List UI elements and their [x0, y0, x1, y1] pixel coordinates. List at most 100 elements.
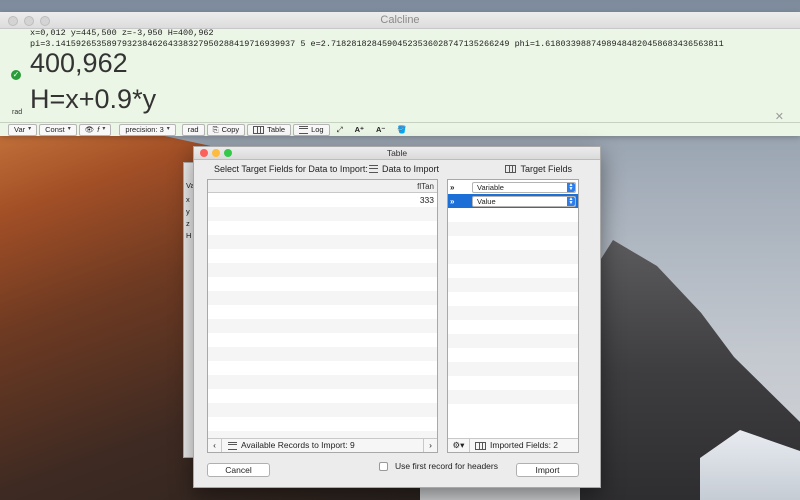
precision-menu-button[interactable]: precision: 3 ▾	[119, 123, 176, 136]
list-icon	[299, 125, 309, 134]
empty-row	[448, 320, 578, 334]
first-record-label: Use first record for headers	[395, 461, 498, 471]
data-heading-label: Data to Import	[382, 164, 440, 174]
empty-row	[208, 389, 437, 403]
close-window-button[interactable]	[200, 149, 208, 157]
chevron-down-icon: ▾	[166, 126, 170, 132]
zoom-window-button[interactable]	[224, 149, 232, 157]
calcline-titlebar: Calcline	[0, 12, 800, 29]
calcline-window: Calcline x=0,012 y=445,500 z=-3,950 H=40…	[0, 12, 800, 136]
expression-input[interactable]: H=x+0.9*y	[30, 84, 156, 115]
empty-row	[208, 333, 437, 347]
var-menu-button[interactable]: Var ▾	[8, 123, 38, 136]
minimize-window-button[interactable]	[212, 149, 220, 157]
log-label: Log	[311, 125, 324, 134]
behind-label: H	[186, 231, 192, 240]
behind-label: z	[186, 219, 190, 228]
empty-row	[448, 264, 578, 278]
empty-row	[448, 250, 578, 264]
data-panel-footer: ‹ Available Records to Import: 9 ›	[208, 438, 437, 452]
first-record-checkbox[interactable]	[379, 461, 388, 471]
target-heading-label: Target Fields	[520, 164, 572, 174]
target-field-select[interactable]: Variable ▲ ▼	[472, 181, 576, 193]
table-window-title: Table	[386, 148, 408, 158]
previous-record-button[interactable]: ‹	[208, 438, 222, 452]
behind-label: y	[186, 207, 190, 216]
empty-row	[208, 277, 437, 291]
imported-fields-label: Imported Fields: 2	[490, 440, 559, 450]
table-button[interactable]: Table	[247, 123, 292, 136]
function-menu-button[interactable]: 👁 f ▾	[78, 123, 112, 136]
var-label: Var	[14, 125, 26, 134]
precision-label: precision: 3	[125, 125, 164, 134]
function-label: f	[97, 125, 100, 134]
columns-icon	[475, 441, 486, 450]
data-to-import-panel: flTan 333 ‹ Available Records to Import:	[207, 179, 438, 453]
font-increase-icon[interactable]: A⁺	[350, 124, 369, 136]
empty-row	[208, 291, 437, 305]
check-icon: ✓	[11, 70, 21, 80]
copy-button[interactable]: ⎘ Copy	[206, 123, 246, 136]
target-row-selected[interactable]: » Value ▲ ▼	[448, 194, 578, 208]
instruction-label: Select Target Fields for Data to Import:	[214, 164, 368, 174]
chevron-down-icon: ▾	[28, 126, 32, 132]
behind-label: x	[186, 195, 190, 204]
empty-row	[208, 221, 437, 235]
empty-row	[208, 319, 437, 333]
target-field-value: Variable	[477, 182, 504, 192]
angle-mode-label: rad	[12, 109, 23, 116]
window-title: Calcline	[380, 14, 420, 26]
cancel-button[interactable]: Cancel	[207, 463, 270, 477]
empty-row	[448, 208, 578, 222]
copy-icon: ⎘	[212, 125, 219, 134]
empty-row	[448, 390, 578, 404]
table-icon	[253, 125, 265, 134]
first-record-option[interactable]: Use first record for headers	[379, 461, 498, 471]
import-button[interactable]: Import	[516, 463, 579, 477]
calcline-toolbar: Var ▾ Const ▾ 👁 f ▾ precision: 3 ▾ rad ⎘ Copy …	[0, 122, 800, 136]
empty-row	[448, 334, 578, 348]
rad-button[interactable]: rad	[181, 123, 205, 136]
data-cell[interactable]: 333	[208, 193, 437, 207]
result-display: 400,962	[30, 48, 128, 78]
empty-row	[448, 236, 578, 250]
data-heading: Data to Import	[369, 164, 439, 174]
zoom-window-button[interactable]	[40, 16, 50, 26]
close-window-button[interactable]	[8, 16, 18, 26]
variables-line: x=0,012 y=445,500 z=-3,950 H=400,962	[30, 28, 214, 38]
minimize-window-button[interactable]	[24, 16, 34, 26]
const-menu-button[interactable]: Const ▾	[39, 123, 77, 136]
empty-row	[448, 278, 578, 292]
empty-row	[208, 263, 437, 277]
empty-row	[208, 347, 437, 361]
columns-icon	[505, 165, 517, 173]
arrows-icon: »	[450, 196, 455, 206]
log-button[interactable]: Log	[293, 123, 330, 136]
chevron-down-icon: ▾	[67, 126, 71, 132]
rad-label: rad	[187, 125, 199, 134]
arrows-icon: »	[450, 182, 455, 192]
next-record-button[interactable]: ›	[423, 438, 437, 452]
empty-row	[208, 305, 437, 319]
select-stepper-icon: ▲ ▼	[567, 181, 575, 192]
target-row[interactable]: » Variable ▲ ▼	[448, 180, 578, 194]
empty-row	[448, 306, 578, 320]
empty-row	[448, 222, 578, 236]
empty-row	[208, 235, 437, 249]
empty-row	[208, 207, 437, 221]
expand-icon[interactable]: ⤢	[332, 124, 348, 136]
empty-row	[448, 376, 578, 390]
select-stepper-icon: ▲ ▼	[567, 195, 575, 206]
table-header-row: Select Target Fields for Data to Import:…	[194, 163, 600, 177]
empty-row	[208, 361, 437, 375]
paint-bucket-icon[interactable]: 🪣	[392, 124, 411, 136]
data-column-header[interactable]: flTan	[208, 180, 437, 193]
font-decrease-icon[interactable]: A⁻	[371, 124, 390, 136]
empty-row	[208, 249, 437, 263]
target-field-select[interactable]: Value ▲ ▼	[472, 195, 576, 207]
gear-icon[interactable]: ⚙▾	[448, 438, 470, 452]
eye-icon: 👁	[84, 125, 95, 134]
copy-label: Copy	[221, 125, 240, 134]
empty-row	[208, 403, 437, 417]
table-titlebar: Table	[194, 147, 600, 160]
